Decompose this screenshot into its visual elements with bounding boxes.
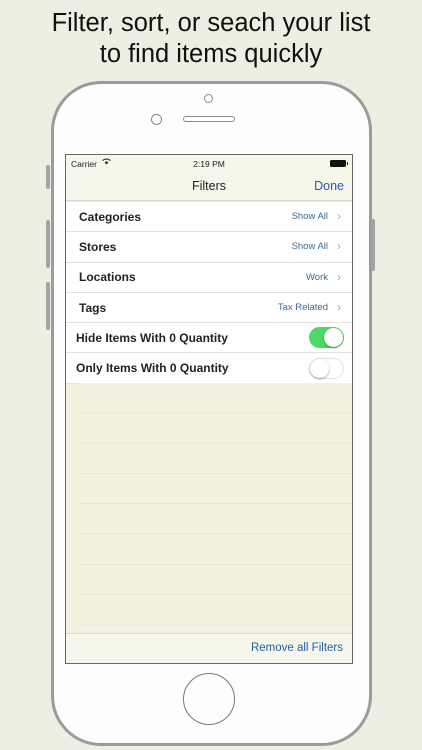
status-time: 2:19 PM [193,159,225,169]
done-button[interactable]: Done [314,179,344,193]
ruled-background [78,383,352,633]
headline: Filter, sort, or seach your list to find… [0,8,422,70]
battery-icon [330,160,348,167]
toggle-row-hide-zero-quantity: Hide Items With 0 Quantity [66,323,352,354]
filter-value: Show All [291,211,328,223]
navigation-bar: Filters Done [66,173,352,201]
filter-value: Show All [291,241,328,253]
filter-label: Stores [79,239,117,254]
front-camera [204,94,213,103]
volume-up-button [46,220,50,268]
switch-knob [324,328,343,348]
chevron-right-icon: › [337,239,341,254]
chevron-right-icon: › [337,269,341,284]
filter-row-categories[interactable]: Categories Show All › [66,202,352,233]
switch-knob [310,358,329,378]
filter-value: Work [306,271,328,283]
chevron-right-icon: › [337,209,341,223]
toolbar: Remove all Filters [66,633,352,663]
filter-row-stores[interactable]: Stores Show All › [66,232,352,263]
proximity-sensor [151,114,162,125]
earpiece-speaker [183,116,235,122]
filter-label: Tags [79,300,107,315]
toggle-label: Only Items With 0 Quantity [76,361,229,376]
power-button [371,219,375,271]
page-title: Filters [191,179,227,193]
headline-line-2: to find items quickly [99,40,323,68]
only-zero-quantity-switch[interactable] [309,357,344,379]
filter-row-locations[interactable]: Locations Work › [66,263,352,293]
headline-line-1: Filter, sort, or seach your list [51,9,371,37]
filter-list: Categories Show All › Stores Show All › … [66,202,352,384]
filter-value: Tax Related [277,302,328,314]
toggle-label: Hide Items With 0 Quantity [76,330,228,345]
filter-row-tags[interactable]: Tags Tax Related › [66,293,352,324]
hide-zero-quantity-switch[interactable] [309,327,344,349]
toggle-row-only-zero-quantity: Only Items With 0 Quantity [66,353,352,384]
remove-all-filters-button[interactable]: Remove all Filters [251,642,343,654]
home-button[interactable] [183,673,235,725]
filter-label: Locations [79,270,136,285]
app-screen: Carrier 2:19 PM Filters Done Categories … [65,154,353,664]
chevron-right-icon: › [337,299,341,314]
status-bar: Carrier 2:19 PM [66,155,352,173]
mute-switch [46,165,50,189]
filter-label: Categories [79,209,142,224]
volume-down-button [46,282,50,330]
